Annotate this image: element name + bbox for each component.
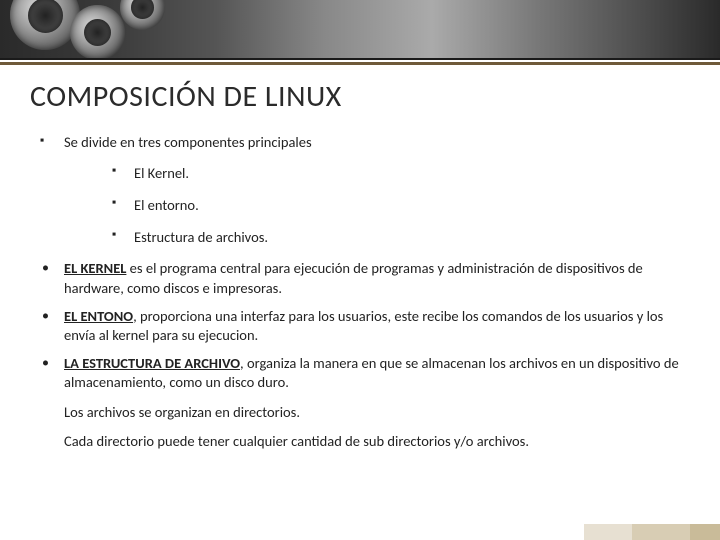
- footer-block: [632, 524, 690, 540]
- definition-estructura: LA ESTRUCTURA DE ARCHIVO, organiza la ma…: [40, 354, 690, 393]
- component-item: Estructura de archivos.: [112, 227, 690, 247]
- footer-decor: [584, 524, 720, 540]
- component-item: El entorno.: [112, 195, 690, 215]
- def-kernel-text: es el programa central para ejecución de…: [64, 259, 643, 297]
- term-kernel: EL KERNEL: [64, 259, 126, 277]
- slide: COMPOSICIÓN DE LINUX Se divide en tres c…: [0, 0, 720, 540]
- footer-block: [690, 524, 720, 540]
- gear-icon: [120, 0, 165, 30]
- footer-block: [584, 524, 632, 540]
- term-entorno: EL ENTONO: [64, 307, 133, 325]
- def-entorno-text: , proporciona una interfaz para los usua…: [64, 307, 663, 345]
- slide-title: COMPOSICIÓN DE LINUX: [30, 78, 690, 115]
- content-area: COMPOSICIÓN DE LINUX Se divide en tres c…: [0, 60, 720, 452]
- term-estructura: LA ESTRUCTURA DE ARCHIVO: [64, 354, 240, 372]
- component-item: El Kernel.: [112, 163, 690, 183]
- note-line: Los archivos se organizan en directorios…: [30, 403, 690, 423]
- component-list: El Kernel. El entorno. Estructura de arc…: [64, 163, 690, 248]
- banner-image: [0, 0, 720, 60]
- note-line: Cada directorio puede tener cualquier ca…: [30, 432, 690, 452]
- definition-kernel: EL KERNEL es el programa central para ej…: [40, 259, 690, 298]
- bullet-list: Se divide en tres componentes principale…: [30, 133, 690, 393]
- gear-icon: [70, 5, 125, 60]
- intro-bullet: Se divide en tres componentes principale…: [40, 133, 690, 247]
- definition-entorno: EL ENTONO, proporciona una interfaz para…: [40, 307, 690, 346]
- accent-line: [0, 62, 720, 65]
- intro-text: Se divide en tres componentes principale…: [64, 133, 312, 151]
- gear-icon: [10, 0, 80, 50]
